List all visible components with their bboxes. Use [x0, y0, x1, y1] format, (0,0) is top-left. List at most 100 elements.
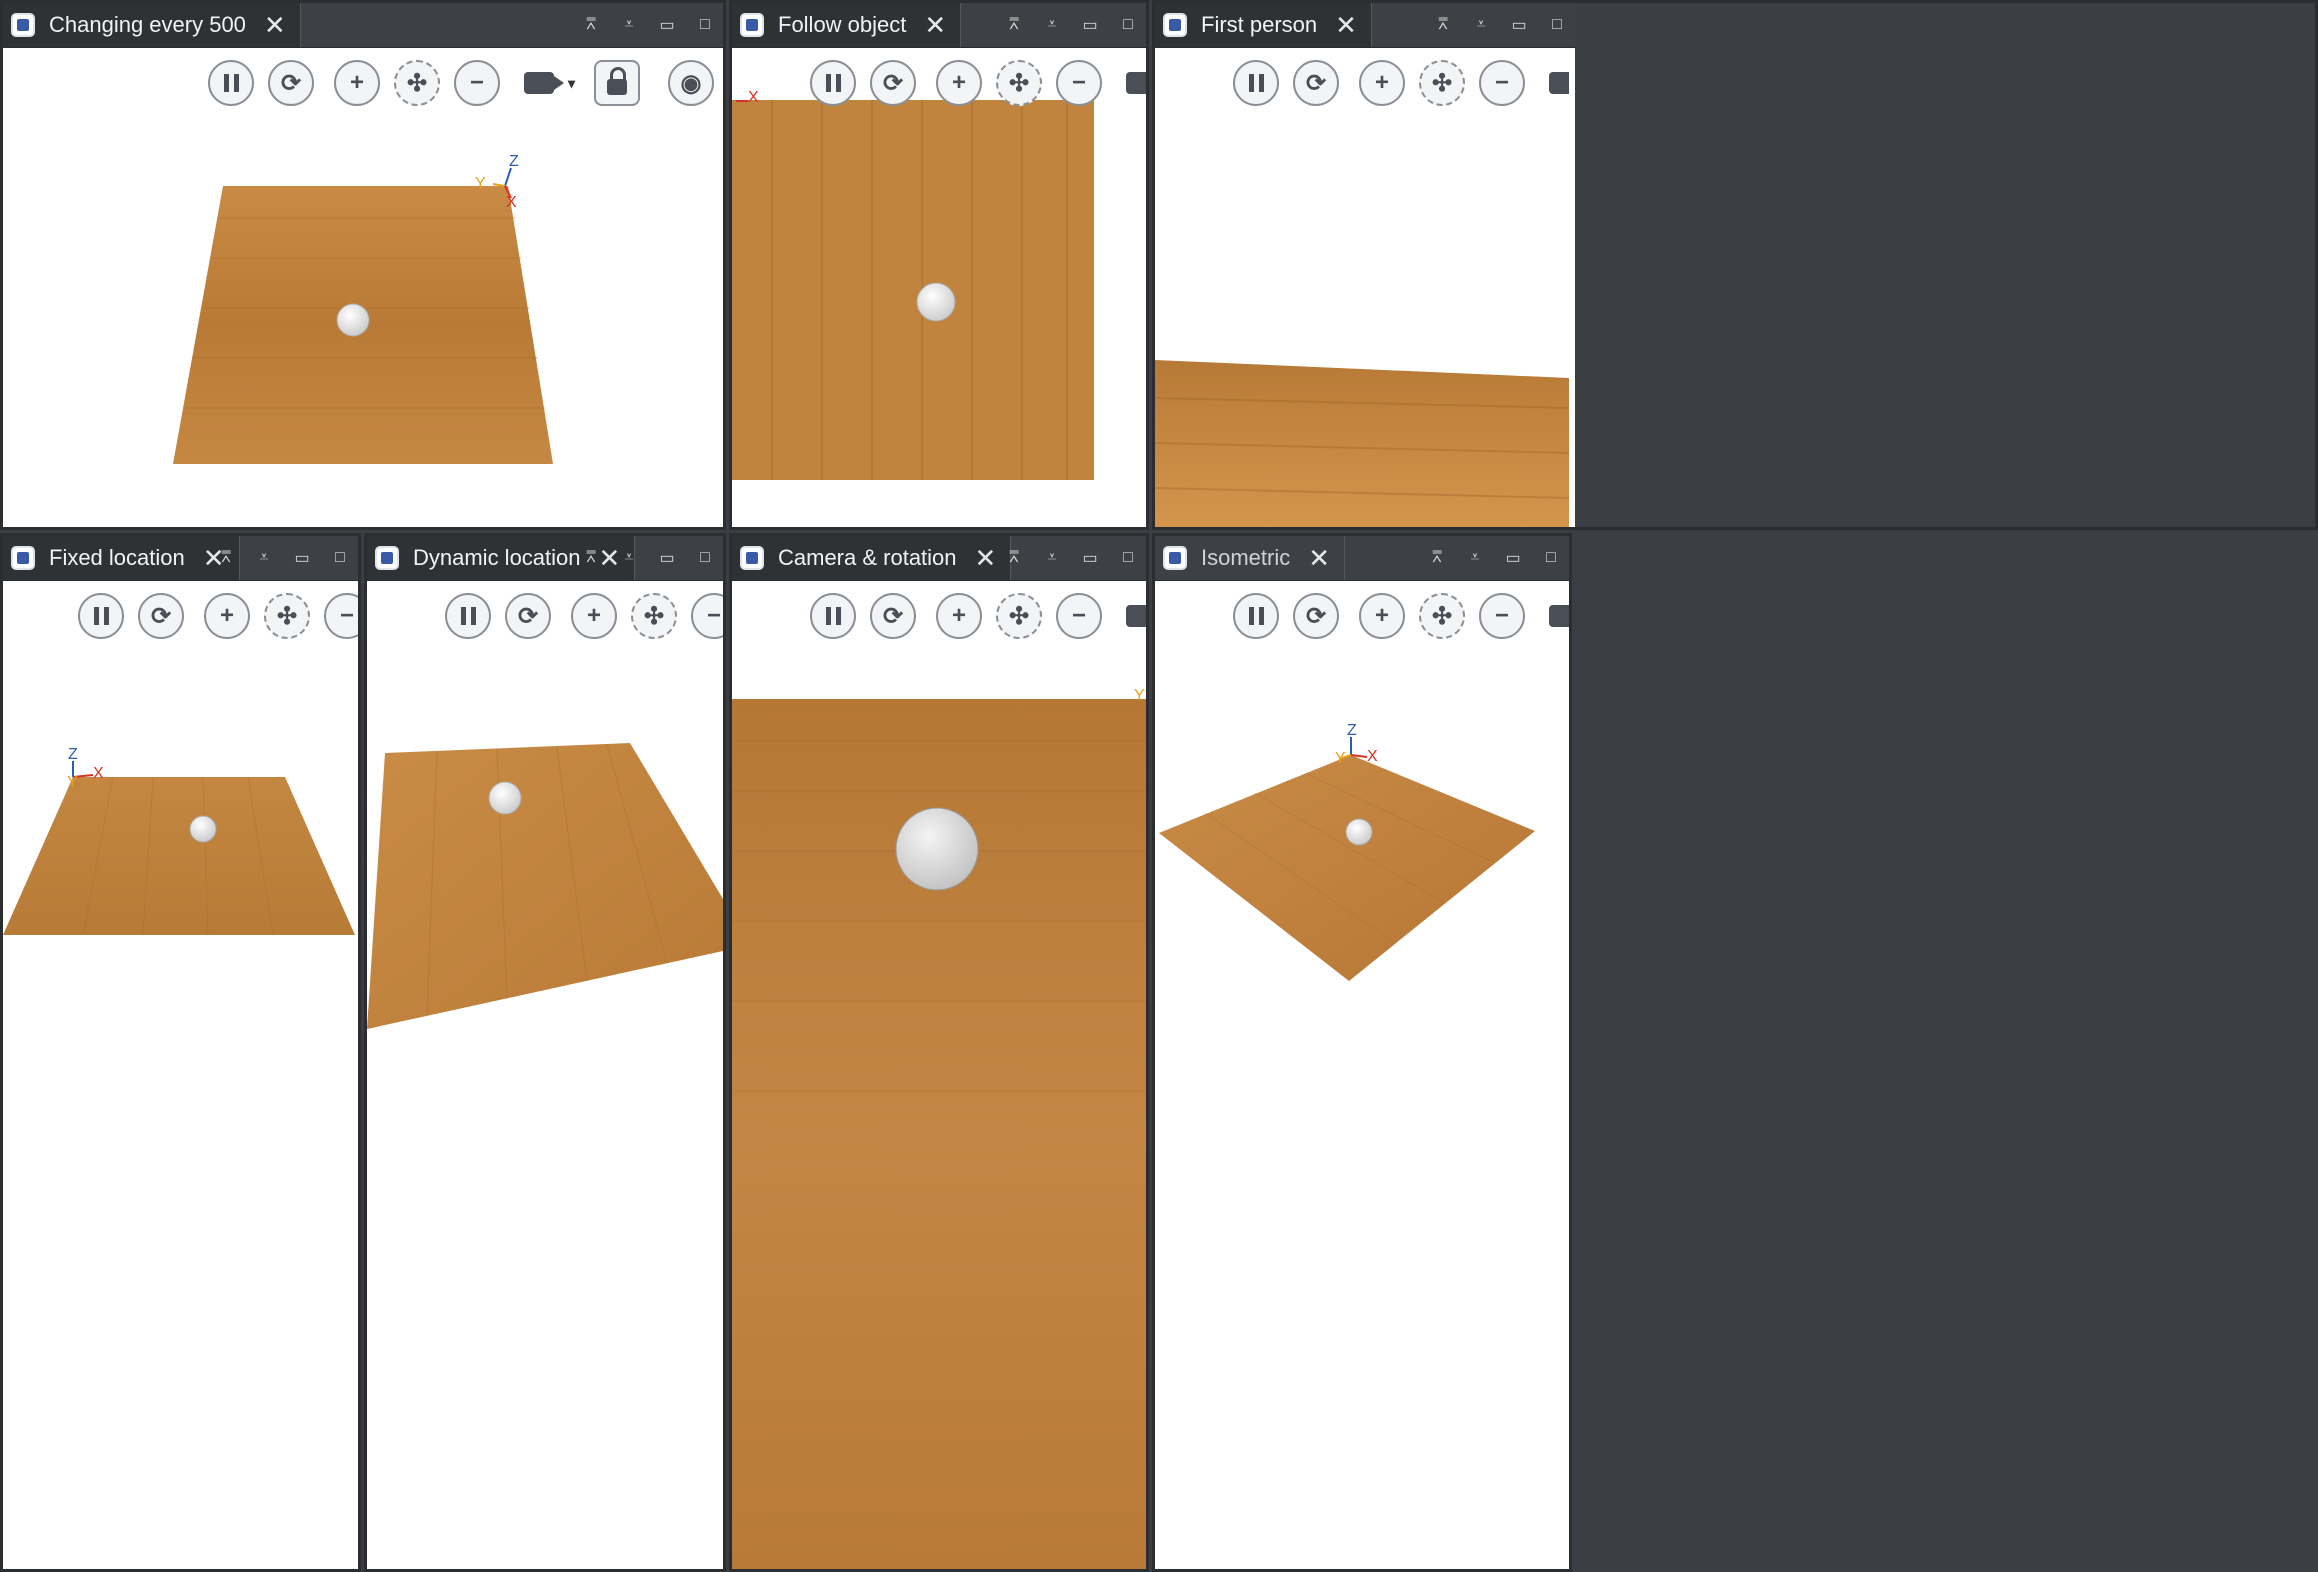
fit-icon[interactable]: ✣	[996, 60, 1042, 106]
collapse-down-icon[interactable]: ⩡	[1463, 549, 1487, 567]
view-camera-rotation: Camera & rotation ✕ ⩞ ⩡ ▭ □ Y ⟳ + ✣ −	[729, 533, 1149, 1572]
zoom-in-icon[interactable]: +	[1359, 60, 1405, 106]
rotate-icon[interactable]: ⟳	[1293, 593, 1339, 639]
zoom-in-icon[interactable]: +	[571, 593, 617, 639]
collapse-up-icon[interactable]: ⩞	[579, 549, 603, 567]
minimize-icon[interactable]: ▭	[1078, 548, 1102, 568]
close-icon[interactable]: ✕	[924, 12, 946, 38]
zoom-in-icon[interactable]: +	[1359, 593, 1405, 639]
collapse-up-icon[interactable]: ⩞	[1431, 16, 1455, 34]
collapse-down-icon[interactable]: ⩡	[617, 549, 641, 567]
screenshot-icon[interactable]: ◉	[668, 60, 714, 106]
collapse-down-icon[interactable]: ⩡	[1469, 16, 1493, 34]
tab-camera-rotation[interactable]: Camera & rotation ✕	[732, 536, 1012, 580]
tab-first-person[interactable]: First person ✕	[1155, 3, 1372, 47]
fit-icon[interactable]: ✣	[1419, 60, 1465, 106]
pause-icon[interactable]	[78, 593, 124, 639]
rotate-icon[interactable]: ⟳	[1293, 60, 1339, 106]
zoom-out-icon[interactable]: −	[1479, 593, 1525, 639]
maximize-icon[interactable]: □	[328, 549, 352, 567]
collapse-down-icon[interactable]: ⩡	[1040, 16, 1064, 34]
3d-canvas[interactable]: ⟳ + ✣ − ▾	[1155, 48, 1569, 527]
3d-canvas[interactable]: ⟳ + ✣ −	[367, 581, 723, 1569]
view-toolbar: ⟳ + ✣ − ▾	[1233, 593, 1569, 639]
maximize-icon[interactable]: □	[1116, 549, 1140, 567]
maximize-icon[interactable]: □	[1545, 16, 1569, 34]
zoom-in-icon[interactable]: +	[936, 60, 982, 106]
close-icon[interactable]: ✕	[264, 12, 286, 38]
collapse-down-icon[interactable]: ⩡	[1040, 549, 1064, 567]
3d-canvas[interactable]: Z X Y ⟳ + ✣ −	[3, 581, 358, 1569]
tab-fixed-location[interactable]: Fixed location ✕	[3, 536, 240, 580]
zoom-in-icon[interactable]: +	[334, 60, 380, 106]
camera-icon[interactable]: ▾	[1126, 60, 1146, 106]
window-controls: ⩞ ⩡ ▭ □	[1002, 3, 1140, 47]
collapse-up-icon[interactable]: ⩞	[1002, 549, 1026, 567]
zoom-out-icon[interactable]: −	[324, 593, 358, 639]
3d-canvas[interactable]: X ⟳ + ✣ − ▾	[732, 48, 1146, 527]
zoom-out-icon[interactable]: −	[454, 60, 500, 106]
maximize-icon[interactable]: □	[693, 16, 717, 34]
rotate-icon[interactable]: ⟳	[870, 60, 916, 106]
fit-icon[interactable]: ✣	[394, 60, 440, 106]
zoom-out-icon[interactable]: −	[691, 593, 723, 639]
empty-area	[1575, 533, 2318, 1572]
minimize-icon[interactable]: ▭	[290, 548, 314, 568]
fit-icon[interactable]: ✣	[631, 593, 677, 639]
minimize-icon[interactable]: ▭	[1501, 548, 1525, 568]
minimize-icon[interactable]: ▭	[1078, 15, 1102, 35]
sphere	[1345, 818, 1373, 846]
rotate-icon[interactable]: ⟳	[138, 593, 184, 639]
pause-icon[interactable]	[1233, 60, 1279, 106]
collapse-down-icon[interactable]: ⩡	[252, 549, 276, 567]
minimize-icon[interactable]: ▭	[1507, 15, 1531, 35]
view-tabbar: Follow object ✕ ⩞ ⩡ ▭ □	[732, 3, 1146, 48]
pause-icon[interactable]	[810, 593, 856, 639]
minimize-icon[interactable]: ▭	[655, 548, 679, 568]
3d-canvas[interactable]: Y ⟳ + ✣ − ▾	[732, 581, 1146, 1569]
zoom-in-icon[interactable]: +	[204, 593, 250, 639]
collapse-down-icon[interactable]: ⩡	[617, 16, 641, 34]
rotate-icon[interactable]: ⟳	[268, 60, 314, 106]
tab-isometric[interactable]: Isometric ✕	[1155, 536, 1346, 580]
3d-canvas[interactable]: Z X Y ⟳ + ✣ − ▾	[1155, 581, 1569, 1569]
maximize-icon[interactable]: □	[1116, 16, 1140, 34]
zoom-out-icon[interactable]: −	[1056, 593, 1102, 639]
camera-icon[interactable]: ▾	[1549, 593, 1569, 639]
maximize-icon[interactable]: □	[693, 549, 717, 567]
zoom-out-icon[interactable]: −	[1479, 60, 1525, 106]
collapse-up-icon[interactable]: ⩞	[579, 16, 603, 34]
fit-icon[interactable]: ✣	[1419, 593, 1465, 639]
close-icon[interactable]: ✕	[1308, 545, 1330, 571]
window-controls: ⩞ ⩡ ▭ □	[579, 536, 717, 580]
close-icon[interactable]: ✕	[975, 545, 997, 571]
camera-icon[interactable]: ▾	[1126, 593, 1146, 639]
tab-changing-every-500[interactable]: Changing every 500 ✕	[3, 3, 301, 47]
camera-icon[interactable]: ▾	[524, 60, 580, 106]
pause-icon[interactable]	[1233, 593, 1279, 639]
pause-icon[interactable]	[445, 593, 491, 639]
scene-svg: Z Y X	[173, 153, 553, 464]
rotate-icon[interactable]: ⟳	[870, 593, 916, 639]
window-controls: ⩞ ⩡ ▭ □	[214, 536, 352, 580]
close-icon[interactable]: ✕	[1335, 12, 1357, 38]
pause-icon[interactable]	[208, 60, 254, 106]
fit-icon[interactable]: ✣	[996, 593, 1042, 639]
camera-icon[interactable]: ▾	[1549, 60, 1569, 106]
minimize-icon[interactable]: ▭	[655, 15, 679, 35]
axis-x-label: X	[748, 89, 759, 106]
view-changing-every-500: Changing every 500 ✕ ⩞ ⩡ ▭ □ Z Y X ⟳ + ✣…	[0, 0, 726, 530]
pause-icon[interactable]	[810, 60, 856, 106]
fit-icon[interactable]: ✣	[264, 593, 310, 639]
collapse-up-icon[interactable]: ⩞	[1002, 16, 1026, 34]
3d-canvas[interactable]: Z Y X ⟳ + ✣ − ▾ ◉ ▦ ⛶ ◈ ▾	[3, 48, 723, 527]
zoom-in-icon[interactable]: +	[936, 593, 982, 639]
collapse-up-icon[interactable]: ⩞	[214, 549, 238, 567]
collapse-up-icon[interactable]: ⩞	[1425, 549, 1449, 567]
axis-y-label: Y	[475, 175, 486, 192]
zoom-out-icon[interactable]: −	[1056, 60, 1102, 106]
maximize-icon[interactable]: □	[1539, 549, 1563, 567]
rotate-icon[interactable]: ⟳	[505, 593, 551, 639]
lock-icon[interactable]	[594, 60, 640, 106]
tab-follow-object[interactable]: Follow object ✕	[732, 3, 962, 47]
